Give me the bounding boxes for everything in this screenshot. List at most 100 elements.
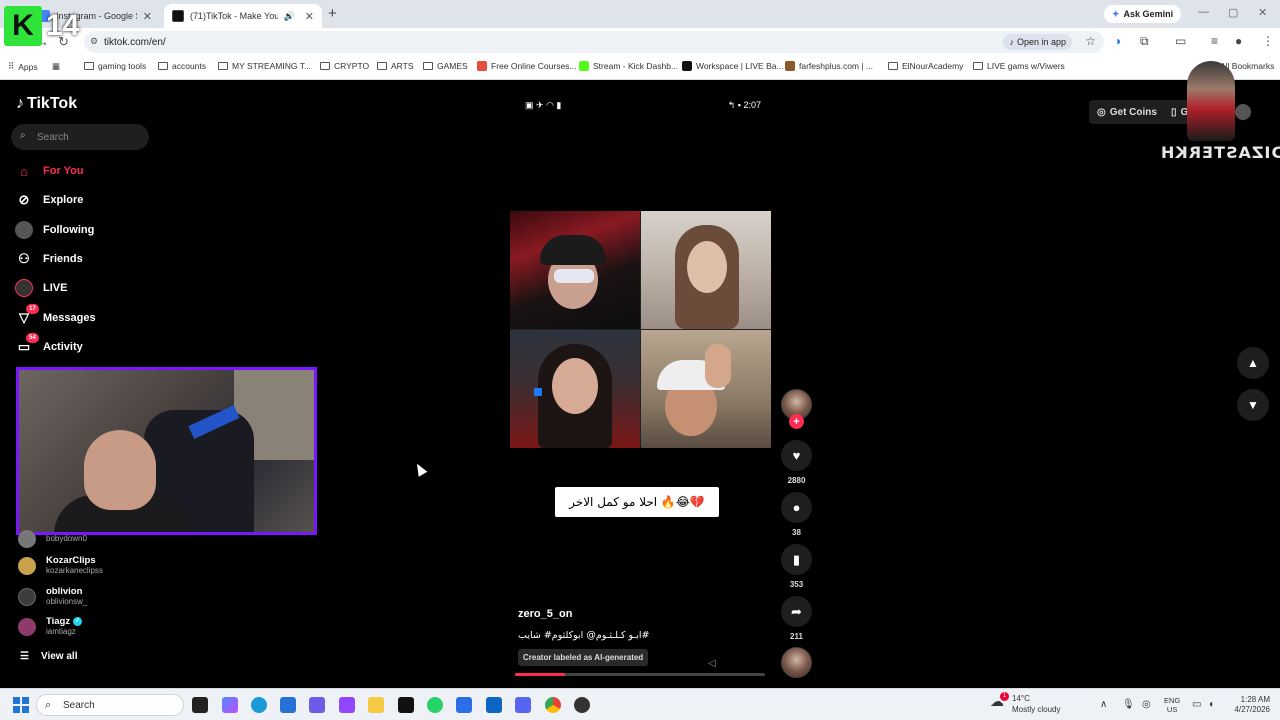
gemini-live-icon[interactable]: ◗ <box>1115 34 1122 48</box>
profile-avatar[interactable] <box>1235 104 1251 120</box>
video-progress-bar[interactable] <box>515 673 765 676</box>
bookmark-label: ElNourAcademy <box>902 61 964 71</box>
like-icon[interactable]: ♥ <box>781 440 812 471</box>
microphone-icon[interactable]: 🎙 <box>1122 699 1135 710</box>
minimize-icon[interactable]: — <box>1198 6 1209 18</box>
obs-icon[interactable] <box>574 697 590 713</box>
tab-tiktok[interactable]: (71)TikTok - Make Your Day 🔊 ✕ <box>164 4 322 28</box>
sound-disc-icon[interactable] <box>781 647 812 678</box>
bookmark-label: Apps <box>18 61 38 72</box>
teams-icon[interactable] <box>309 697 325 713</box>
maximize-icon[interactable]: ▢ <box>1228 6 1238 19</box>
bookmark-link[interactable]: farfeshplus.com | ... <box>785 61 873 71</box>
following-account[interactable]: Tiagz ✓ iamtiagz <box>18 616 83 637</box>
bookmark-link[interactable]: Stream - Kick Dashb... <box>579 61 678 71</box>
nav-following[interactable]: Following <box>15 219 94 241</box>
new-tab-button[interactable]: + <box>328 5 337 22</box>
ask-gemini-button[interactable]: ✦ Ask Gemini <box>1104 5 1182 23</box>
previous-video-button[interactable]: ▲ <box>1237 347 1269 379</box>
close-icon[interactable]: ✕ <box>143 10 152 23</box>
copilot-icon[interactable] <box>222 697 238 713</box>
volume-icon[interactable]: ◖ <box>1208 699 1214 710</box>
grid-icon[interactable]: ▦ <box>52 61 60 72</box>
windows-taskbar: ⌕ Search ☁ 1 14°C Mostly cloudy ∧ 🎙 ◎ EN… <box>0 688 1280 720</box>
bookmark-folder[interactable]: CRYPTO <box>320 61 369 71</box>
site-icon <box>785 61 795 71</box>
media-icon[interactable]: ≡ <box>1211 34 1218 48</box>
bookmark-star-icon[interactable]: ☆ <box>1085 34 1096 48</box>
nav-friends[interactable]: ⚇ Friends <box>15 248 83 270</box>
following-account[interactable]: bobydown0 <box>18 530 87 548</box>
follow-button[interactable]: + <box>789 414 804 429</box>
task-view-icon[interactable] <box>192 697 208 713</box>
profile-avatar[interactable]: ● <box>1235 34 1242 48</box>
url-bar[interactable]: ⚙ tiktok.com/en/ ♪ Open in app ☆ <box>84 31 1104 53</box>
language-indicator[interactable]: ENG US <box>1164 696 1180 714</box>
nav-live[interactable]: LIVE <box>15 277 67 299</box>
twitch-icon[interactable] <box>339 697 355 713</box>
bookmark-link[interactable]: Free Online Courses... <box>477 61 577 71</box>
video-tile <box>641 330 771 448</box>
messages-badge: 17 <box>26 304 39 314</box>
linkedin-icon[interactable] <box>486 697 502 713</box>
live-icon <box>15 279 33 297</box>
video-player[interactable] <box>510 211 771 448</box>
bookmark-folder[interactable]: ElNourAcademy <box>888 61 963 71</box>
chevron-up-icon[interactable]: ∧ <box>1100 699 1107 710</box>
search-icon: ⌕ <box>20 130 26 141</box>
speaker-icon[interactable]: 🔊 <box>284 11 295 22</box>
kick-icon <box>579 61 589 71</box>
x-icon[interactable] <box>398 697 414 713</box>
avatar <box>18 587 36 606</box>
bookmark-icon[interactable]: ▮ <box>781 544 812 575</box>
store-icon[interactable] <box>280 697 296 713</box>
chrome-icon[interactable] <box>545 697 561 713</box>
bookmark-apps[interactable]: ⠿ Apps <box>8 61 38 72</box>
comment-icon[interactable]: ● <box>781 492 812 523</box>
status-icons-left: ▣ ✈ ◠ ▮ <box>525 100 562 110</box>
search-input[interactable]: ⌕ Search <box>11 124 149 150</box>
tiktok-logo[interactable]: ♪ TikTok <box>16 95 77 113</box>
bookmark-link[interactable]: Workspace | LIVE Ba... <box>682 61 784 71</box>
nav-explore[interactable]: ⊘ Explore <box>15 189 84 211</box>
monitor-icon[interactable]: ▭ <box>1192 699 1201 710</box>
bookmark-label: farfeshplus.com | ... <box>799 61 874 71</box>
video-author[interactable]: zero_5_on <box>518 608 572 620</box>
windows-start-icon[interactable] <box>13 697 29 713</box>
weather-widget[interactable]: ☁ 1 14°C Mostly cloudy <box>990 692 1060 715</box>
nav-for-you[interactable]: ⌂ For You <box>15 160 83 182</box>
cast-icon[interactable]: ▭ <box>1175 34 1186 48</box>
close-icon[interactable]: ✕ <box>305 10 314 23</box>
edge-icon[interactable] <box>251 697 267 713</box>
discord-icon[interactable] <box>515 697 531 713</box>
extensions-icon[interactable]: ⧉ <box>1140 34 1149 49</box>
get-coins-button[interactable]: ◎ Get Coins ▯ G <box>1089 100 1197 124</box>
following-account[interactable]: KozarClips kozarkaneclipss <box>18 555 103 576</box>
system-clock[interactable]: 1:28 AM 4/27/2026 <box>1222 695 1270 715</box>
following-account[interactable]: oblivion oblivionsw_ <box>18 586 87 607</box>
channel-number: 14 <box>46 9 80 42</box>
courses-icon <box>477 61 487 71</box>
nav-label: Friends <box>43 253 83 265</box>
open-in-app-button[interactable]: ♪ Open in app <box>1003 34 1072 50</box>
nav-activity[interactable]: ▭ 54 Activity <box>15 333 83 358</box>
nav-messages[interactable]: ▽ 17 Messages <box>15 304 96 329</box>
bookmark-folder[interactable]: LIVE gams w/Viwers <box>973 61 1065 71</box>
view-all-button[interactable]: ☰ View all <box>20 651 77 662</box>
bookmark-folder[interactable]: MY STREAMING T... <box>218 61 311 71</box>
mail-icon[interactable] <box>456 697 472 713</box>
whatsapp-icon[interactable] <box>427 697 443 713</box>
file-explorer-icon[interactable] <box>368 697 384 713</box>
taskbar-search[interactable]: ⌕ Search <box>36 694 184 716</box>
network-icon[interactable]: ◎ <box>1142 699 1151 710</box>
share-icon[interactable]: ➦ <box>781 596 812 627</box>
bookmark-folder[interactable]: GAMES <box>423 61 468 71</box>
share-count: 211 <box>790 632 803 641</box>
next-video-button[interactable]: ▼ <box>1237 389 1269 421</box>
close-window-icon[interactable]: ✕ <box>1258 6 1267 19</box>
account-name: KozarClips <box>46 555 96 566</box>
bookmark-folder[interactable]: gaming tools <box>84 61 146 71</box>
menu-icon[interactable]: ⋮ <box>1262 34 1274 48</box>
bookmark-folder[interactable]: ARTS <box>377 61 414 71</box>
bookmark-folder[interactable]: accounts <box>158 61 206 71</box>
